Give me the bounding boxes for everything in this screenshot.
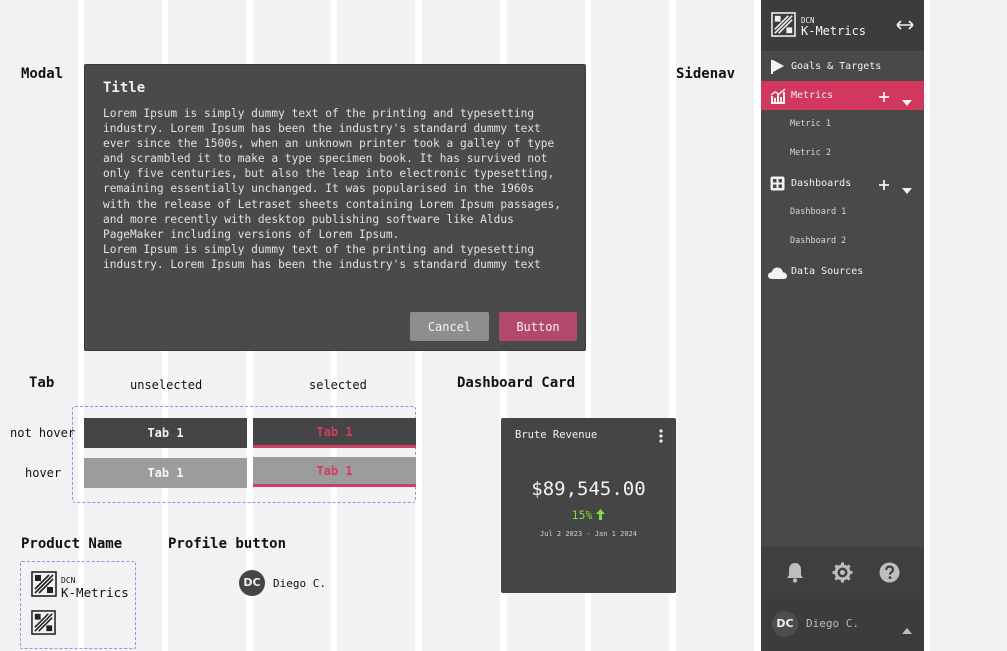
sidebar-subitem-dashboard-2[interactable]: Dashboard 2 xyxy=(790,236,846,246)
tab-col-label-selected: selected xyxy=(309,378,367,392)
logo-icon xyxy=(31,571,57,597)
more-vertical-icon[interactable] xyxy=(657,428,665,447)
gear-icon[interactable] xyxy=(832,562,853,587)
brand-name: K-Metrics xyxy=(61,585,129,600)
tab-unselected[interactable]: Tab 1 xyxy=(84,418,247,448)
logo-icon-small xyxy=(31,610,56,635)
sidenav-bottom-toolbar xyxy=(761,547,924,599)
tab-selected[interactable]: Tab 1 xyxy=(253,418,416,448)
sidenav: DCN K-Metrics Goals & Targets Metrics Me… xyxy=(761,0,924,651)
flag-icon xyxy=(770,59,786,79)
bell-icon[interactable] xyxy=(786,562,804,587)
section-label-product-name: Product Name xyxy=(21,536,123,552)
plus-icon[interactable] xyxy=(878,176,890,195)
sidebar-item-label: Dashboards xyxy=(791,178,852,189)
tab-row-label-not-hover: not hover xyxy=(10,426,76,440)
modal-paragraph: Lorem Ipsum is simply dummy text of the … xyxy=(103,107,562,241)
brand-small-text: DCN xyxy=(61,576,76,585)
grid-column xyxy=(930,0,1007,651)
section-label-tab: Tab xyxy=(29,375,55,391)
sidebar-item-label: Data Sources xyxy=(791,266,864,277)
profile-name: Diego C. xyxy=(273,577,326,590)
tab-selected-hover[interactable]: Tab 1 xyxy=(253,457,416,487)
sidebar-subitem-dashboard-1[interactable]: Dashboard 1 xyxy=(790,207,846,217)
cancel-button[interactable]: Cancel xyxy=(410,312,489,341)
brand-name: K-Metrics xyxy=(801,24,867,38)
sidebar-item-label: Metrics xyxy=(791,90,834,101)
card-change: 15% xyxy=(501,508,676,522)
avatar: DC xyxy=(239,570,265,596)
sidenav-profile-button[interactable]: DC Diego C. xyxy=(761,599,924,651)
section-label-dashboard-card: Dashboard Card xyxy=(457,375,576,391)
sidenav-header: DCN K-Metrics xyxy=(761,0,924,51)
tab-col-label-unselected: unselected xyxy=(130,378,203,392)
avatar: DC xyxy=(772,611,798,637)
section-label-modal: Modal xyxy=(21,66,64,82)
sidebar-item-data-sources[interactable]: Data Sources xyxy=(761,257,924,286)
logo-icon xyxy=(771,12,796,37)
modal-title: Title xyxy=(103,80,146,96)
grid-icon xyxy=(770,176,785,195)
cloud-icon xyxy=(768,265,787,284)
chart-icon xyxy=(770,88,786,108)
modal-dialog: Title Lorem Ipsum is simply dummy text o… xyxy=(84,64,586,351)
grid-column xyxy=(0,0,78,651)
card-change-value: 15% xyxy=(571,508,593,522)
section-label-profile-button: Profile button xyxy=(168,536,287,552)
sidebar-subitem-metric-1[interactable]: Metric 1 xyxy=(790,119,831,129)
up-arrow-icon xyxy=(596,509,606,520)
tab-unselected-hover[interactable]: Tab 1 xyxy=(84,458,247,488)
card-value: $89,545.00 xyxy=(531,478,646,500)
card-title: Brute Revenue xyxy=(515,429,598,441)
profile-name: Diego C. xyxy=(806,617,859,630)
plus-icon[interactable] xyxy=(878,88,890,107)
modal-body: Lorem Ipsum is simply dummy text of the … xyxy=(103,106,567,289)
modal-paragraph: Lorem Ipsum is simply dummy text of the … xyxy=(103,242,541,271)
chevron-down-icon[interactable] xyxy=(902,92,912,111)
section-label-sidenav: Sidenav xyxy=(676,66,736,82)
card-date-range: Jul 2 2023 - Jan 1 2024 xyxy=(540,530,637,538)
help-icon[interactable] xyxy=(879,562,900,587)
sidebar-item-dashboards[interactable]: Dashboards xyxy=(761,169,924,198)
chevron-up-icon[interactable] xyxy=(902,620,912,639)
sidebar-subitem-metric-2[interactable]: Metric 2 xyxy=(790,148,831,158)
tab-row-label-hover: hover xyxy=(25,466,62,480)
primary-button[interactable]: Button xyxy=(499,312,577,341)
chevron-down-icon[interactable] xyxy=(902,180,912,199)
sidebar-item-label: Goals & Targets xyxy=(791,61,882,72)
sidebar-item-goals[interactable]: Goals & Targets xyxy=(761,52,924,81)
expand-horizontal-icon[interactable] xyxy=(895,16,915,38)
sidebar-item-metrics[interactable]: Metrics xyxy=(761,81,924,110)
grid-column xyxy=(676,0,754,651)
dashboard-card[interactable]: Brute Revenue $89,545.00 15% Jul 2 2023 … xyxy=(501,418,676,593)
